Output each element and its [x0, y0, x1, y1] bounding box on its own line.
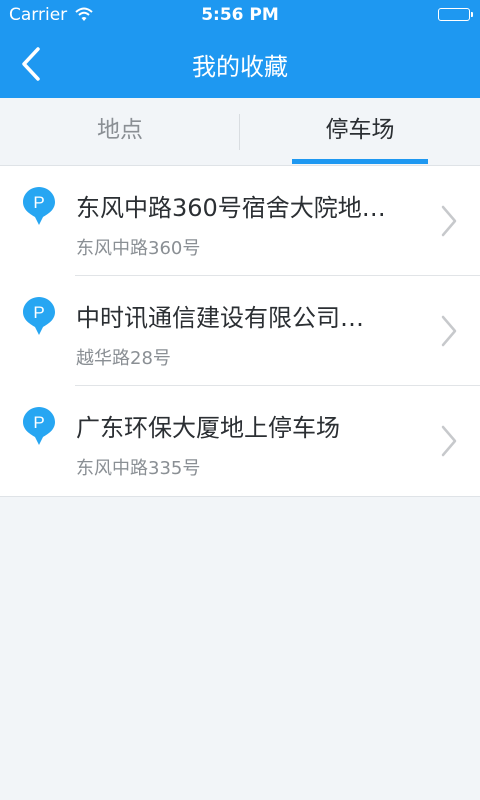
parking-pin-icon: P [23, 297, 55, 335]
status-time: 5:56 PM [201, 5, 279, 25]
list-item[interactable]: P 东风中路360号宿舍大院地… 东风中路360号 [0, 166, 480, 276]
parking-name: 中时讯通信建设有限公司… [76, 304, 364, 332]
parking-pin-icon: P [23, 407, 55, 445]
parking-name: 东风中路360号宿舍大院地… [76, 194, 386, 222]
chevron-right-icon [441, 315, 457, 347]
parking-name: 广东环保大厦地上停车场 [76, 414, 340, 442]
tab-bar: 地点 停车场 [0, 98, 480, 166]
chevron-right-icon [441, 205, 457, 237]
battery-icon [438, 8, 473, 21]
list-item[interactable]: P 中时讯通信建设有限公司… 越华路28号 [0, 276, 480, 386]
svg-text:P: P [33, 303, 44, 322]
favorites-list: P 东风中路360号宿舍大院地… 东风中路360号 P 中时讯通信建设有限公司…… [0, 166, 480, 497]
active-tab-indicator [292, 159, 428, 164]
navigation-bar: 我的收藏 [0, 30, 480, 98]
tab-parking-lots[interactable]: 停车场 [240, 98, 480, 165]
svg-text:P: P [33, 413, 44, 432]
parking-pin-icon: P [23, 187, 55, 225]
status-bar: Carrier 5:56 PM [0, 0, 480, 30]
parking-address: 东风中路360号 [76, 238, 201, 259]
page-title: 我的收藏 [192, 53, 288, 81]
tab-places[interactable]: 地点 [0, 98, 240, 165]
parking-address: 越华路28号 [76, 348, 171, 369]
svg-text:P: P [33, 193, 44, 212]
chevron-right-icon [441, 425, 457, 457]
parking-address: 东风中路335号 [76, 458, 201, 479]
top-bar: Carrier 5:56 PM 我的收藏 [0, 0, 480, 98]
list-item[interactable]: P 广东环保大厦地上停车场 东风中路335号 [0, 386, 480, 496]
